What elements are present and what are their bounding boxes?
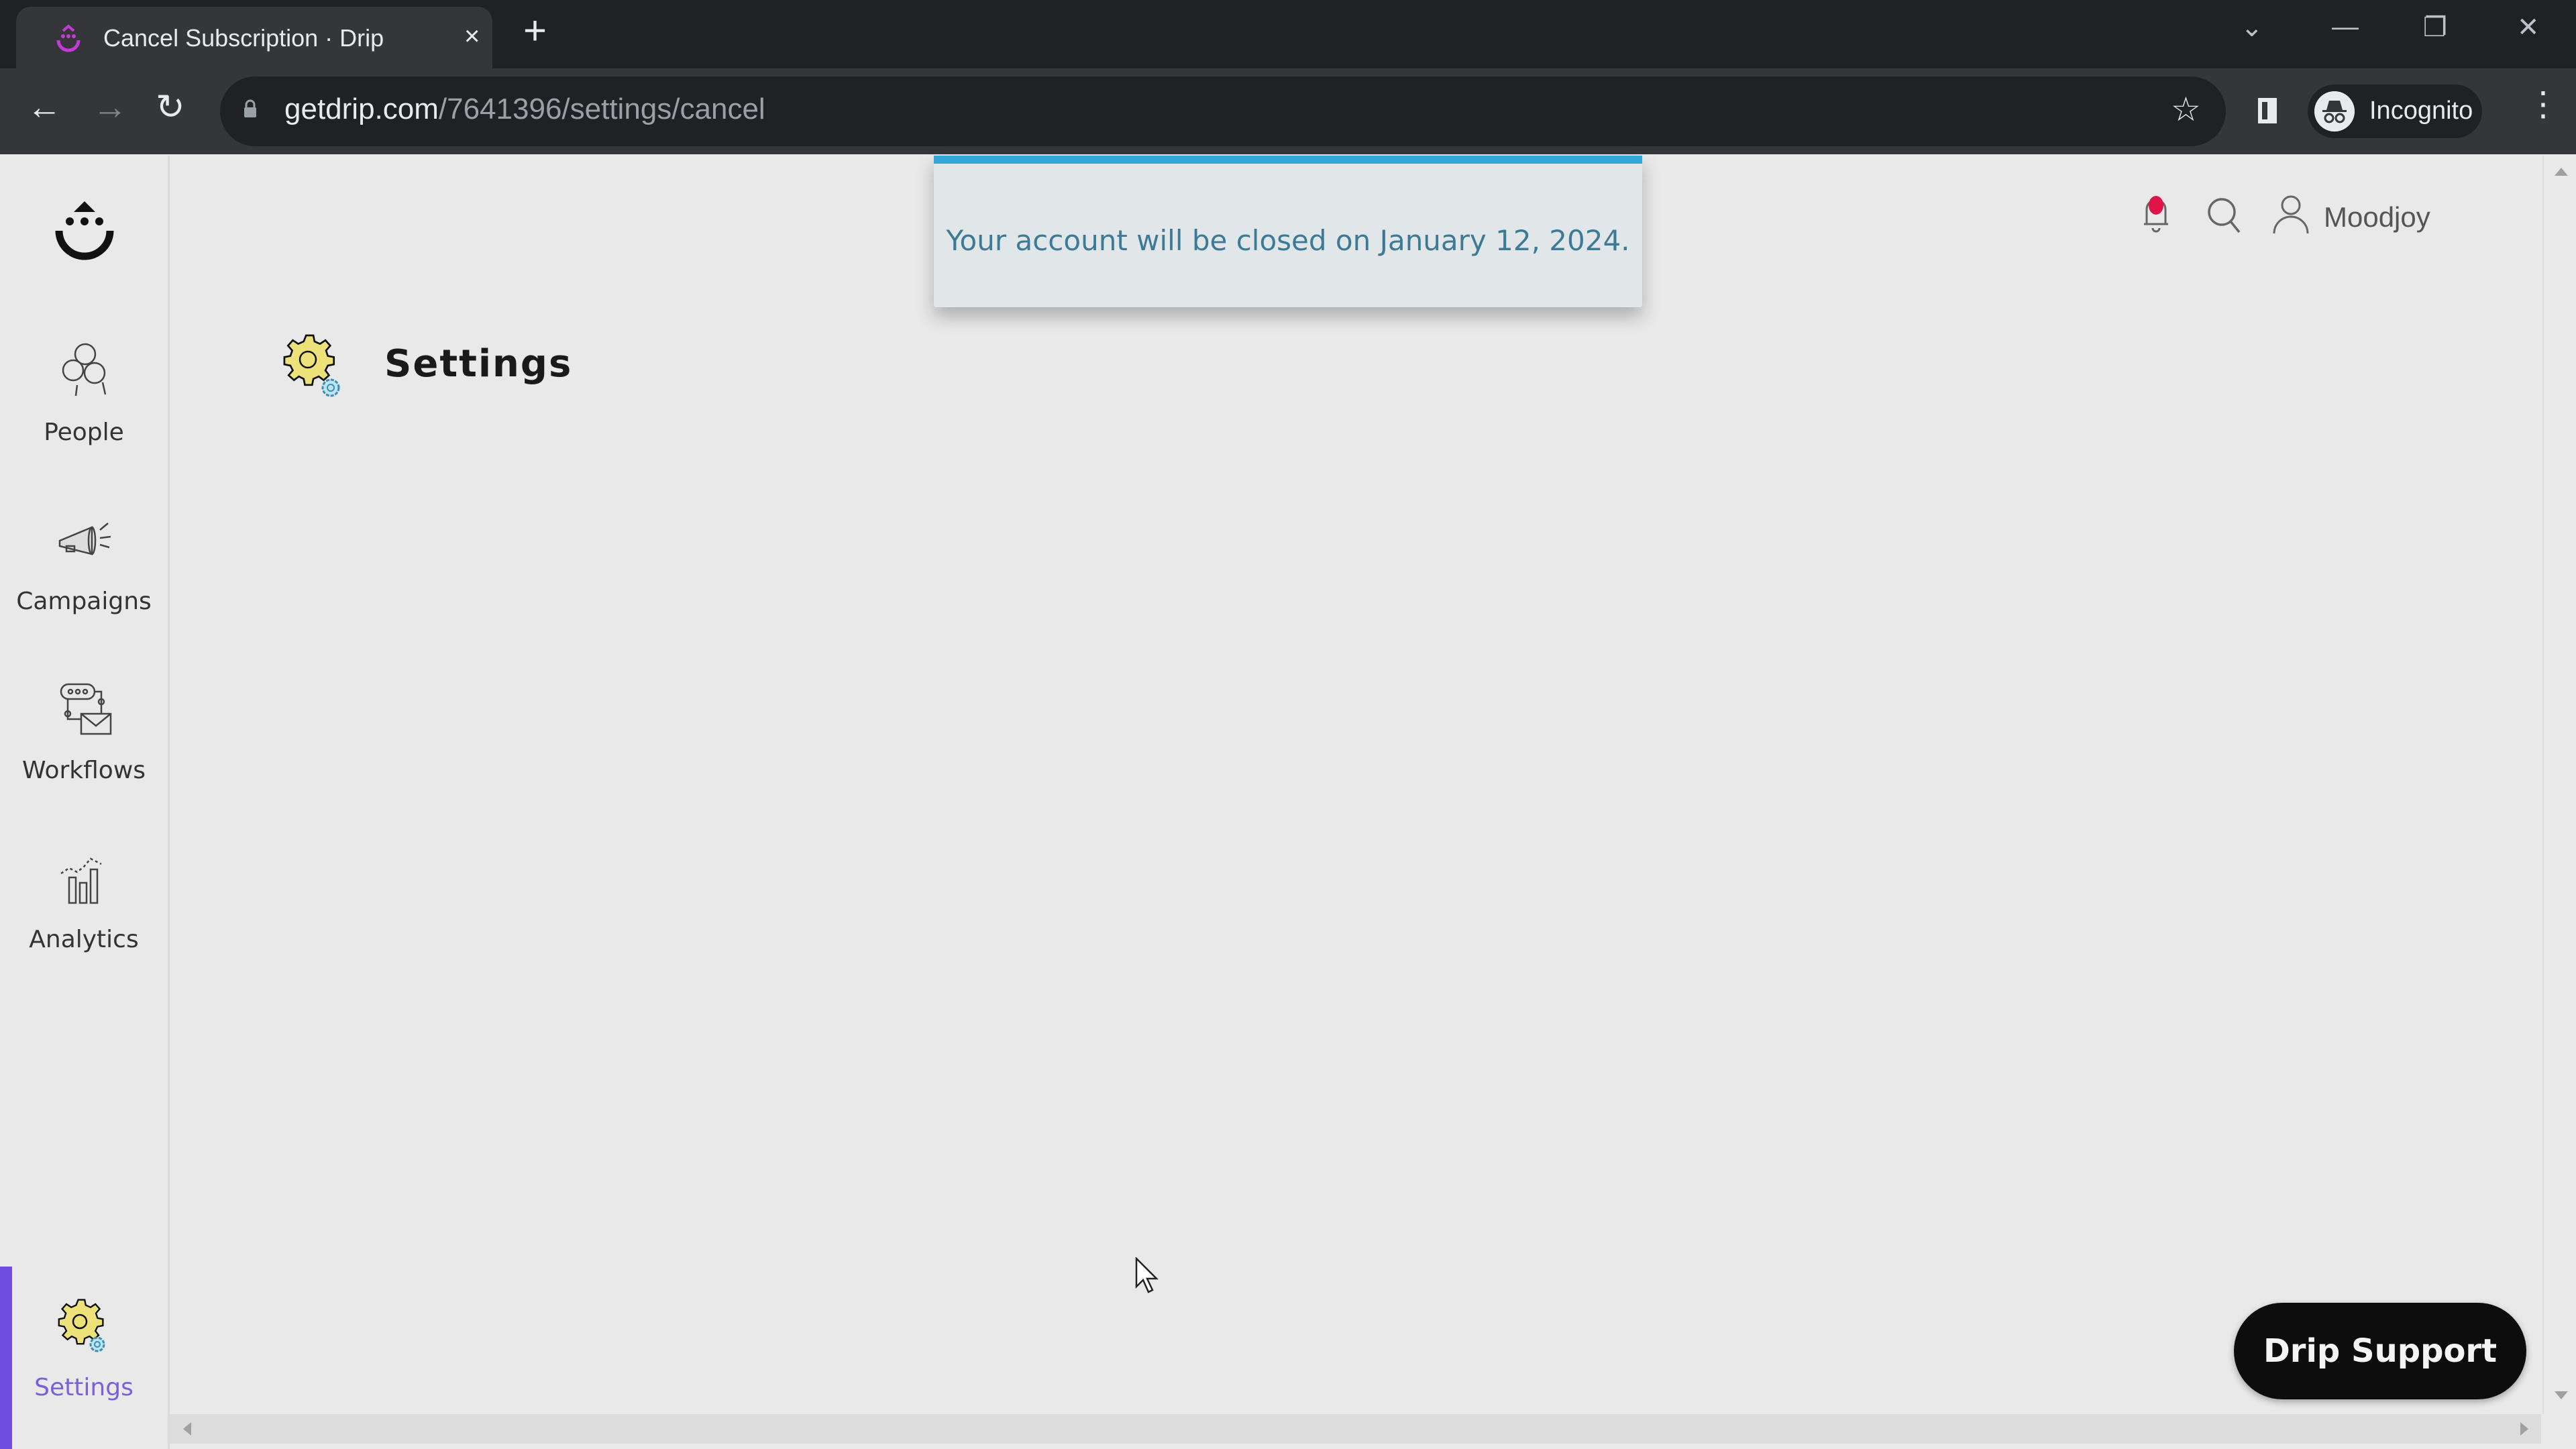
search-icon[interactable] (2206, 195, 2243, 235)
scroll-up-arrow-icon[interactable] (2555, 168, 2568, 176)
page-title: Settings (384, 342, 573, 386)
sidebar-item-workflows[interactable]: Workflows (0, 676, 168, 784)
user-icon[interactable] (2273, 195, 2309, 235)
notice-message: Your account will be closed on January 1… (946, 224, 1630, 257)
drip-support-button[interactable]: Drip Support (2234, 1303, 2526, 1399)
sidebar-item-people[interactable]: People (0, 338, 168, 446)
tab-search-button[interactable]: ⌄ (2241, 12, 2263, 43)
sidebar-item-label: Settings (34, 1374, 133, 1401)
settings-page-icon (283, 334, 340, 397)
sidebar-item-label: Workflows (21, 757, 146, 784)
url-domain: getdrip.com (284, 93, 439, 125)
url-path: /7641396/settings/cancel (438, 93, 765, 125)
megaphone-icon (58, 523, 111, 555)
browser-tab-strip: Cancel Subscription · Drip × + ⌄ — ❐ ✕ (0, 0, 2576, 68)
url-text[interactable]: getdrip.com/7641396/settings/cancel (284, 93, 765, 126)
vertical-scrollbar[interactable] (2542, 156, 2576, 1414)
scroll-left-arrow-icon[interactable] (183, 1422, 191, 1436)
account-username[interactable]: Moodjoy (2324, 201, 2430, 233)
analytics-icon (60, 857, 102, 904)
sidebar-nav: People Campaigns Workflows Analytics Set… (0, 156, 170, 1449)
tab-title: Cancel Subscription · Drip (103, 24, 384, 52)
forward-button[interactable]: → (93, 87, 127, 127)
sidebar-item-analytics[interactable]: Analytics (0, 845, 168, 953)
incognito-icon (2314, 91, 2355, 131)
new-tab-button[interactable]: + (523, 11, 547, 51)
side-panel-icon[interactable] (2258, 98, 2277, 123)
settings-gear-icon (58, 1299, 105, 1352)
horizontal-scrollbar[interactable] (170, 1414, 2541, 1444)
drip-favicon-icon (56, 24, 80, 52)
mouse-cursor-icon (1135, 1257, 1159, 1293)
bookmark-star-icon[interactable]: ☆ (2171, 90, 2201, 129)
scroll-right-arrow-icon[interactable] (2520, 1422, 2528, 1436)
scroll-down-arrow-icon[interactable] (2555, 1391, 2568, 1399)
tab-close-button[interactable]: × (464, 21, 480, 52)
people-icon (62, 343, 107, 396)
sidebar-item-settings[interactable]: Settings (0, 1293, 168, 1401)
lock-icon[interactable] (243, 99, 258, 118)
workflow-icon (60, 683, 112, 735)
back-button[interactable]: ← (27, 87, 62, 127)
drip-logo-icon[interactable] (51, 191, 118, 264)
sidebar-item-label: Analytics (29, 926, 139, 953)
incognito-profile-button[interactable]: Incognito (2308, 85, 2482, 138)
sidebar-item-label: People (44, 419, 124, 446)
notification-bell-icon[interactable] (2143, 195, 2169, 235)
browser-tab[interactable]: Cancel Subscription · Drip × (16, 7, 492, 68)
minimize-button[interactable]: — (2332, 12, 2359, 42)
account-closure-notice: Your account will be closed on January 1… (934, 156, 1642, 307)
incognito-label: Incognito (2369, 97, 2473, 125)
window-close-button[interactable]: ✕ (2517, 12, 2540, 43)
sidebar-item-label: Campaigns (16, 588, 152, 615)
main-content: Settings (170, 156, 2541, 1413)
sidebar-item-campaigns[interactable]: Campaigns (0, 507, 168, 615)
browser-menu-button[interactable]: ⋮ (2526, 87, 2560, 121)
reload-button[interactable]: ↻ (156, 87, 185, 127)
restore-button[interactable]: ❐ (2423, 12, 2447, 43)
